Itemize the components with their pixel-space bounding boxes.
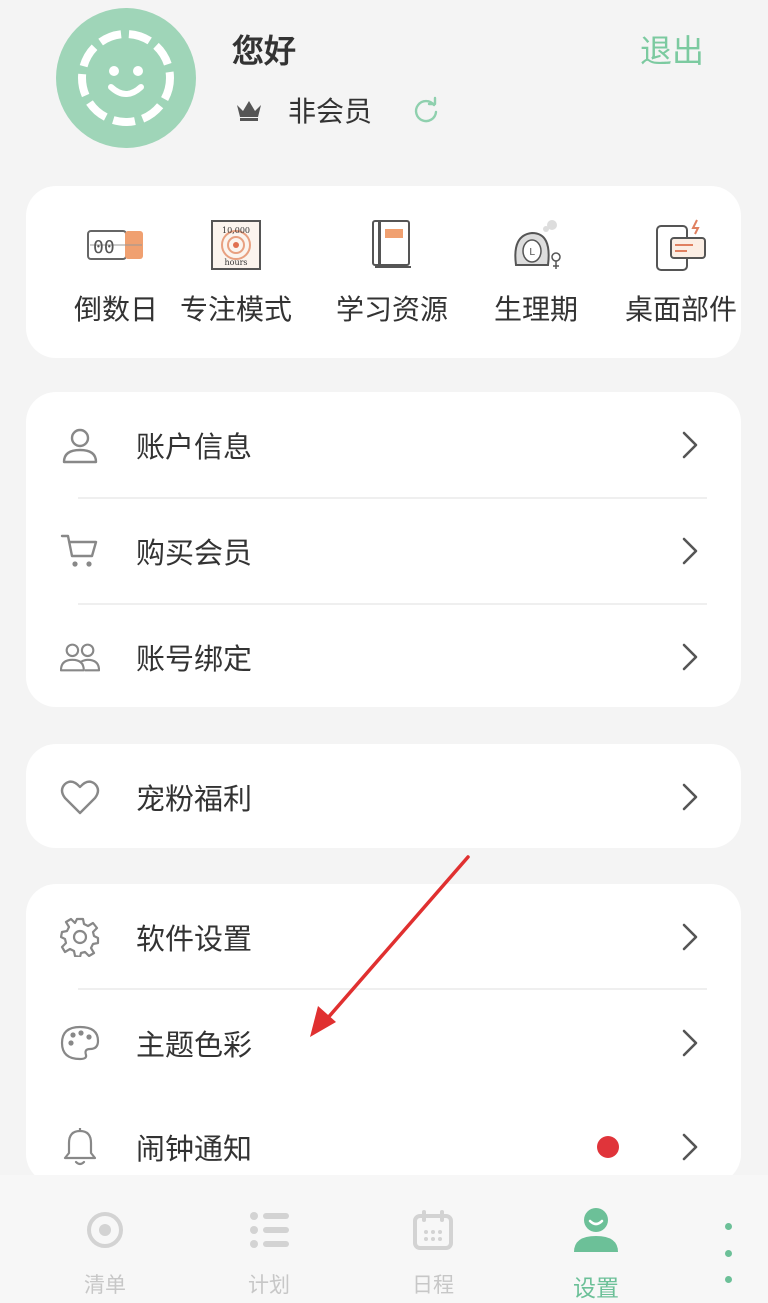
tool-label: 桌面部件 — [624, 293, 737, 326]
menu-item-label: 闹钟通知 — [136, 1131, 253, 1166]
menu-item-label: 账号绑定 — [136, 641, 253, 676]
countdown-icon-digits: 00 — [93, 237, 115, 258]
refresh-icon[interactable] — [412, 96, 440, 124]
calendar-icon — [408, 1205, 458, 1255]
notification-badge — [597, 1135, 619, 1158]
menu-item-label: 软件设置 — [136, 921, 253, 956]
heart-icon — [60, 777, 100, 817]
membership-label: 非会员 — [288, 95, 373, 128]
logout-button[interactable]: 退出 — [640, 26, 704, 72]
tab-plan[interactable]: 计划 — [209, 1205, 329, 1299]
tool-label: 专注模式 — [179, 293, 292, 326]
menu-item-account-binding[interactable]: 账号绑定 — [26, 604, 741, 709]
tool-label: 生理期 — [493, 293, 578, 326]
menu-item-label: 账户信息 — [136, 429, 253, 464]
menu-item-account-info[interactable]: 账户信息 — [26, 392, 741, 497]
plan-list-icon — [244, 1205, 294, 1255]
nav-label: 计划 — [248, 1273, 290, 1297]
tab-list[interactable]: 清单 — [45, 1205, 165, 1299]
desktop-widget-icon — [652, 216, 710, 274]
menu-item-label: 宠粉福利 — [136, 781, 253, 816]
chevron-right-icon — [679, 1131, 701, 1163]
tool-label: 倒数日 — [73, 293, 158, 326]
avatar[interactable] — [56, 8, 196, 148]
tab-schedule[interactable]: 日程 — [373, 1205, 493, 1299]
bell-icon — [60, 1127, 100, 1167]
list-target-icon — [80, 1205, 130, 1255]
more-vertical-icon[interactable] — [718, 1223, 738, 1283]
period-tracker-icon: L — [507, 216, 565, 274]
menu-item-label: 购买会员 — [136, 535, 253, 570]
nav-label: 日程 — [412, 1273, 454, 1297]
tools-card: 00 倒数日 10,000 hours 专注模式 学习资源 L 生理期 桌面部件 — [26, 186, 741, 358]
account-card: 账户信息 购买会员 账号绑定 — [26, 392, 741, 707]
greeting-text: 您好 — [232, 32, 297, 70]
tool-label: 学习资源 — [335, 293, 448, 326]
tool-focus-mode[interactable]: 10,000 hours 专注模式 — [166, 216, 306, 328]
palette-icon — [60, 1023, 100, 1063]
nav-label: 设置 — [573, 1276, 619, 1302]
crown-icon — [234, 97, 264, 123]
svg-text:L: L — [529, 247, 535, 258]
cart-icon — [60, 531, 100, 571]
focus-icon-top-text: 10,000 — [222, 226, 250, 235]
smiley-face-icon — [78, 30, 174, 126]
tool-period-tracker[interactable]: L 生理期 — [466, 216, 606, 328]
menu-item-theme-color[interactable]: 主题色彩 — [26, 990, 741, 1095]
menu-item-app-settings[interactable]: 软件设置 — [26, 884, 741, 989]
tool-desktop-widget[interactable]: 桌面部件 — [611, 216, 751, 328]
bottom-navigation: 清单 计划 日程 设置 — [0, 1175, 768, 1303]
chevron-right-icon — [679, 429, 701, 461]
welfare-card: 宠粉福利 — [26, 744, 741, 848]
focus-10000-hours-icon: 10,000 hours — [207, 216, 265, 274]
tab-settings[interactable]: 设置 — [536, 1205, 656, 1303]
menu-item-label: 主题色彩 — [136, 1027, 253, 1062]
nav-label: 清单 — [84, 1273, 126, 1297]
user-icon — [60, 425, 100, 465]
profile-icon — [571, 1205, 621, 1255]
menu-item-fan-benefits[interactable]: 宠粉福利 — [26, 744, 741, 849]
chevron-right-icon — [679, 641, 701, 673]
gear-icon — [60, 917, 100, 957]
countdown-icon: 00 — [87, 216, 145, 274]
tool-countdown[interactable]: 00 倒数日 — [46, 216, 186, 328]
users-link-icon — [60, 637, 100, 677]
chevron-right-icon — [679, 535, 701, 567]
chevron-right-icon — [679, 921, 701, 953]
chevron-right-icon — [679, 781, 701, 813]
book-icon — [363, 216, 421, 274]
menu-item-buy-membership[interactable]: 购买会员 — [26, 498, 741, 603]
settings-card: 软件设置 主题色彩 闹钟通知 — [26, 884, 741, 1184]
chevron-right-icon — [679, 1027, 701, 1059]
tool-learning-resources[interactable]: 学习资源 — [322, 216, 462, 328]
focus-icon-bottom-text: hours — [224, 258, 247, 267]
membership-status: 非会员 — [234, 88, 440, 132]
